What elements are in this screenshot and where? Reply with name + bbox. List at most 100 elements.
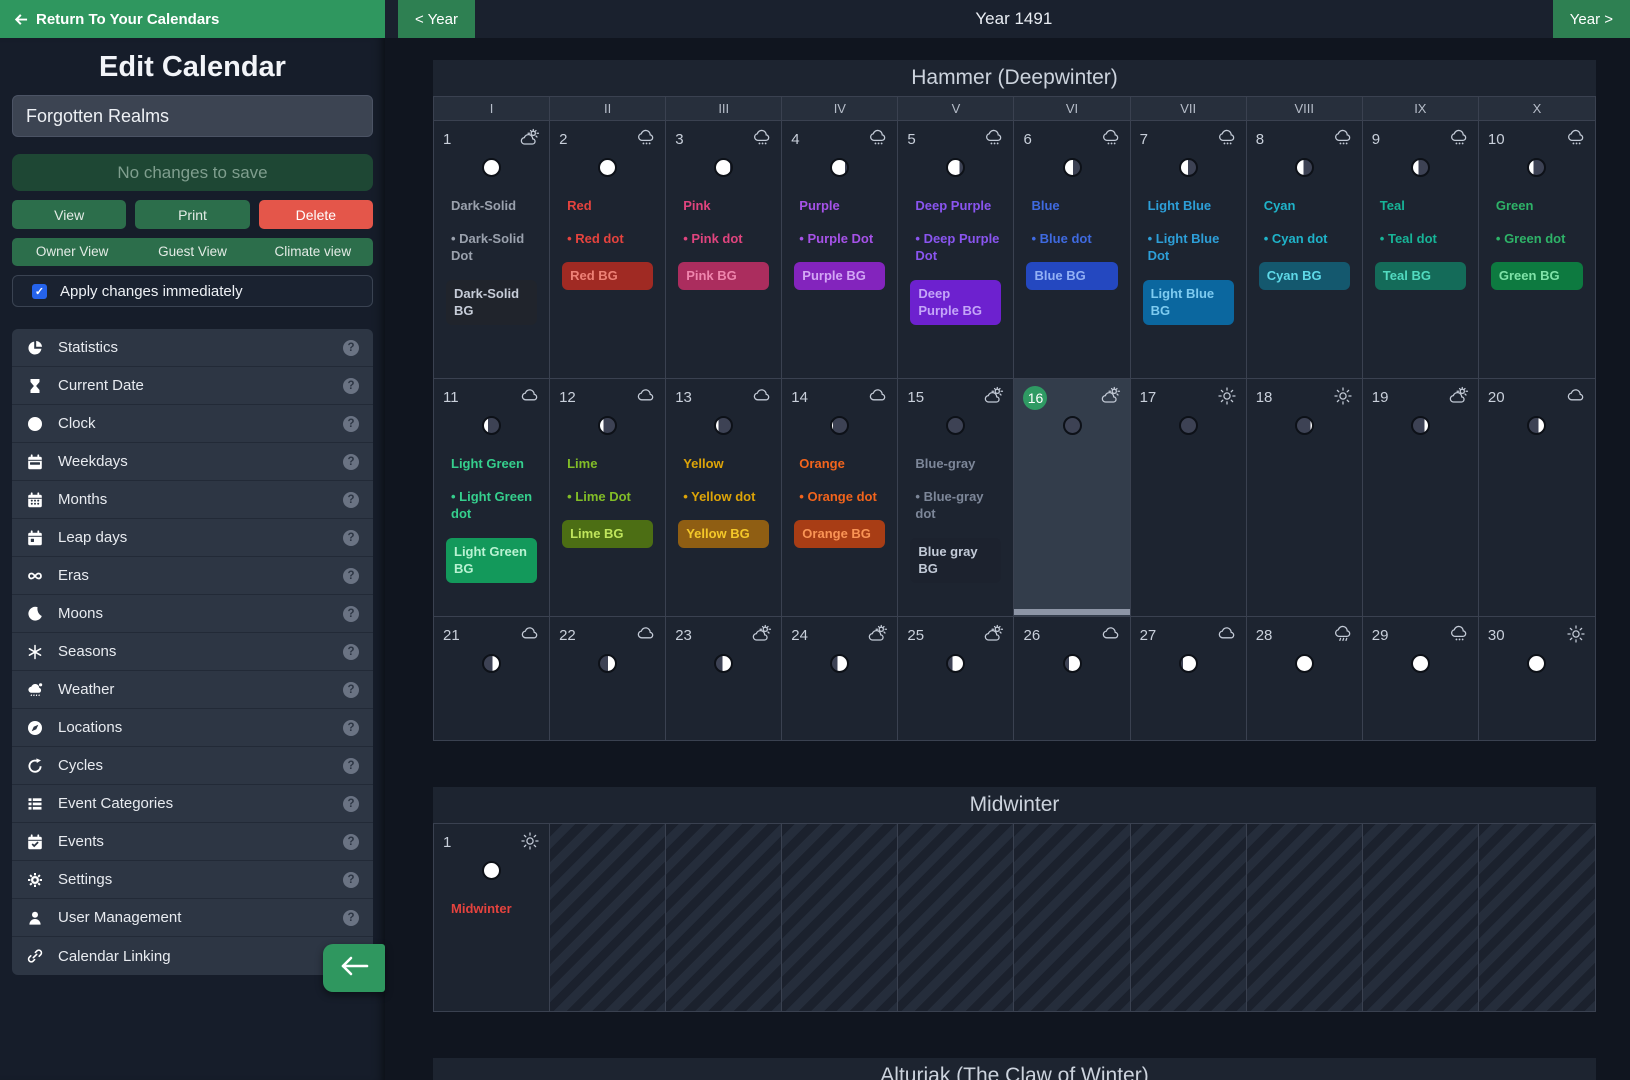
sidebar-item-events[interactable]: Events?	[12, 823, 373, 861]
help-icon[interactable]: ?	[343, 492, 359, 508]
day-cell-15[interactable]: 15Blue-grayBlue-gray dotBlue gray BG	[898, 379, 1014, 616]
day-cell-9[interactable]: 9TealTeal dotTeal BG	[1363, 121, 1479, 378]
calendar-event[interactable]: Green	[1488, 197, 1586, 215]
day-cell-29[interactable]: 29	[1363, 617, 1479, 740]
help-icon[interactable]: ?	[343, 530, 359, 546]
calendar-event[interactable]: Lime BG	[562, 520, 653, 548]
sidebar-item-settings[interactable]: Settings?	[12, 861, 373, 899]
view-button[interactable]: View	[12, 200, 126, 229]
help-icon[interactable]: ?	[343, 606, 359, 622]
sidebar-item-leap-days[interactable]: Leap days?	[12, 519, 373, 557]
calendar-event[interactable]: Dark-Solid Dot	[443, 230, 540, 265]
calendar-event[interactable]: Blue gray BG	[910, 538, 1001, 583]
sidebar-item-current-date[interactable]: Current Date?	[12, 367, 373, 405]
day-cell-8[interactable]: 8CyanCyan dotCyan BG	[1247, 121, 1363, 378]
day-cell-30[interactable]: 30	[1479, 617, 1595, 740]
day-cell-19[interactable]: 19	[1363, 379, 1479, 616]
day-cell-1[interactable]: 1Midwinter	[434, 824, 550, 1011]
sidebar-item-clock[interactable]: Clock?	[12, 405, 373, 443]
calendar-event[interactable]: Yellow	[675, 455, 772, 473]
day-cell-1[interactable]: 1Dark-SolidDark-Solid DotDark-Solid BG	[434, 121, 550, 378]
help-icon[interactable]: ?	[343, 340, 359, 356]
day-cell-6[interactable]: 6BlueBlue dotBlue BG	[1014, 121, 1130, 378]
calendar-event[interactable]: Teal dot	[1372, 230, 1469, 248]
calendar-event[interactable]: Yellow BG	[678, 520, 769, 548]
sidebar-item-moons[interactable]: Moons?	[12, 595, 373, 633]
help-icon[interactable]: ?	[343, 416, 359, 432]
help-icon[interactable]: ?	[343, 568, 359, 584]
help-icon[interactable]: ?	[343, 872, 359, 888]
sidebar-item-weekdays[interactable]: Weekdays?	[12, 443, 373, 481]
calendar-event[interactable]: Green BG	[1491, 262, 1583, 290]
help-icon[interactable]: ?	[343, 796, 359, 812]
day-cell-14[interactable]: 14OrangeOrange dotOrange BG	[782, 379, 898, 616]
calendar-event[interactable]: Midwinter	[443, 900, 540, 918]
day-cell-13[interactable]: 13YellowYellow dotYellow BG	[666, 379, 782, 616]
calendar-event[interactable]: Cyan dot	[1256, 230, 1353, 248]
sidebar-item-cycles[interactable]: Cycles?	[12, 747, 373, 785]
day-cell-10[interactable]: 10GreenGreen dotGreen BG	[1479, 121, 1595, 378]
cell-scrollbar[interactable]	[1014, 609, 1129, 615]
calendar-event[interactable]: Lime Dot	[559, 488, 656, 506]
sidebar-item-months[interactable]: Months?	[12, 481, 373, 519]
day-cell-7[interactable]: 7Light BlueLight Blue DotLight Blue BG	[1131, 121, 1247, 378]
day-cell-18[interactable]: 18	[1247, 379, 1363, 616]
calendar-event[interactable]: Orange	[791, 455, 888, 473]
calendar-event[interactable]: Deep Purple	[907, 197, 1004, 215]
calendar-event[interactable]: Light Blue	[1140, 197, 1237, 215]
day-cell-21[interactable]: 21	[434, 617, 550, 740]
day-cell-2[interactable]: 2RedRed dotRed BG	[550, 121, 666, 378]
calendar-event[interactable]: Dark-Solid BG	[446, 280, 537, 325]
sidebar-item-locations[interactable]: Locations?	[12, 709, 373, 747]
sidebar-item-seasons[interactable]: Seasons?	[12, 633, 373, 671]
calendar-event[interactable]: Red	[559, 197, 656, 215]
day-cell-11[interactable]: 11Light GreenLight Green dotLight Green …	[434, 379, 550, 616]
owner-view-button[interactable]: Owner View	[12, 238, 132, 266]
calendar-event[interactable]: Teal	[1372, 197, 1469, 215]
sidebar-item-user-management[interactable]: User Management?	[12, 899, 373, 937]
day-cell-22[interactable]: 22	[550, 617, 666, 740]
help-icon[interactable]: ?	[343, 834, 359, 850]
checkbox-icon[interactable]: ✓	[32, 284, 47, 299]
calendar-event[interactable]: Blue-gray dot	[907, 488, 1004, 523]
prev-year-button[interactable]: < Year	[398, 0, 475, 38]
help-icon[interactable]: ?	[343, 758, 359, 774]
calendar-event[interactable]: Orange dot	[791, 488, 888, 506]
day-cell-24[interactable]: 24	[782, 617, 898, 740]
day-cell-3[interactable]: 3PinkPink dotPink BG	[666, 121, 782, 378]
calendar-event[interactable]: Deep Purple BG	[910, 280, 1001, 325]
calendar-name-input[interactable]	[12, 95, 373, 137]
day-cell-20[interactable]: 20	[1479, 379, 1595, 616]
print-button[interactable]: Print	[135, 200, 249, 229]
collapse-sidebar-button[interactable]	[323, 944, 385, 992]
help-icon[interactable]: ?	[343, 910, 359, 926]
day-cell-26[interactable]: 26	[1014, 617, 1130, 740]
sidebar-item-calendar-linking[interactable]: Calendar Linking?	[12, 937, 373, 975]
calendar-event[interactable]: Light Green	[443, 455, 540, 473]
day-cell-28[interactable]: 28	[1247, 617, 1363, 740]
calendar-event[interactable]: Red dot	[559, 230, 656, 248]
apply-changes-row[interactable]: ✓ Apply changes immediately	[12, 275, 373, 307]
sidebar-item-weather[interactable]: Weather?	[12, 671, 373, 709]
calendar-event[interactable]: Pink	[675, 197, 772, 215]
day-cell-25[interactable]: 25	[898, 617, 1014, 740]
calendar-event[interactable]: Yellow dot	[675, 488, 772, 506]
sidebar-item-eras[interactable]: Eras?	[12, 557, 373, 595]
sidebar-item-event-categories[interactable]: Event Categories?	[12, 785, 373, 823]
calendar-event[interactable]: Purple BG	[794, 262, 885, 290]
calendar-event[interactable]: Red BG	[562, 262, 653, 290]
calendar-event[interactable]: Pink BG	[678, 262, 769, 290]
return-to-calendars-button[interactable]: Return To Your Calendars	[0, 0, 385, 38]
delete-button[interactable]: Delete	[259, 200, 373, 229]
day-cell-27[interactable]: 27	[1131, 617, 1247, 740]
save-button[interactable]: No changes to save	[12, 154, 373, 191]
calendar-event[interactable]: Orange BG	[794, 520, 885, 548]
help-icon[interactable]: ?	[343, 682, 359, 698]
calendar-event[interactable]: Light Green BG	[446, 538, 537, 583]
calendar-event[interactable]: Blue-gray	[907, 455, 1004, 473]
help-icon[interactable]: ?	[343, 454, 359, 470]
guest-view-button[interactable]: Guest View	[132, 238, 252, 266]
next-year-button[interactable]: Year >	[1553, 0, 1630, 38]
calendar-event[interactable]: Light Blue BG	[1143, 280, 1234, 325]
calendar-event[interactable]: Blue	[1023, 197, 1120, 215]
